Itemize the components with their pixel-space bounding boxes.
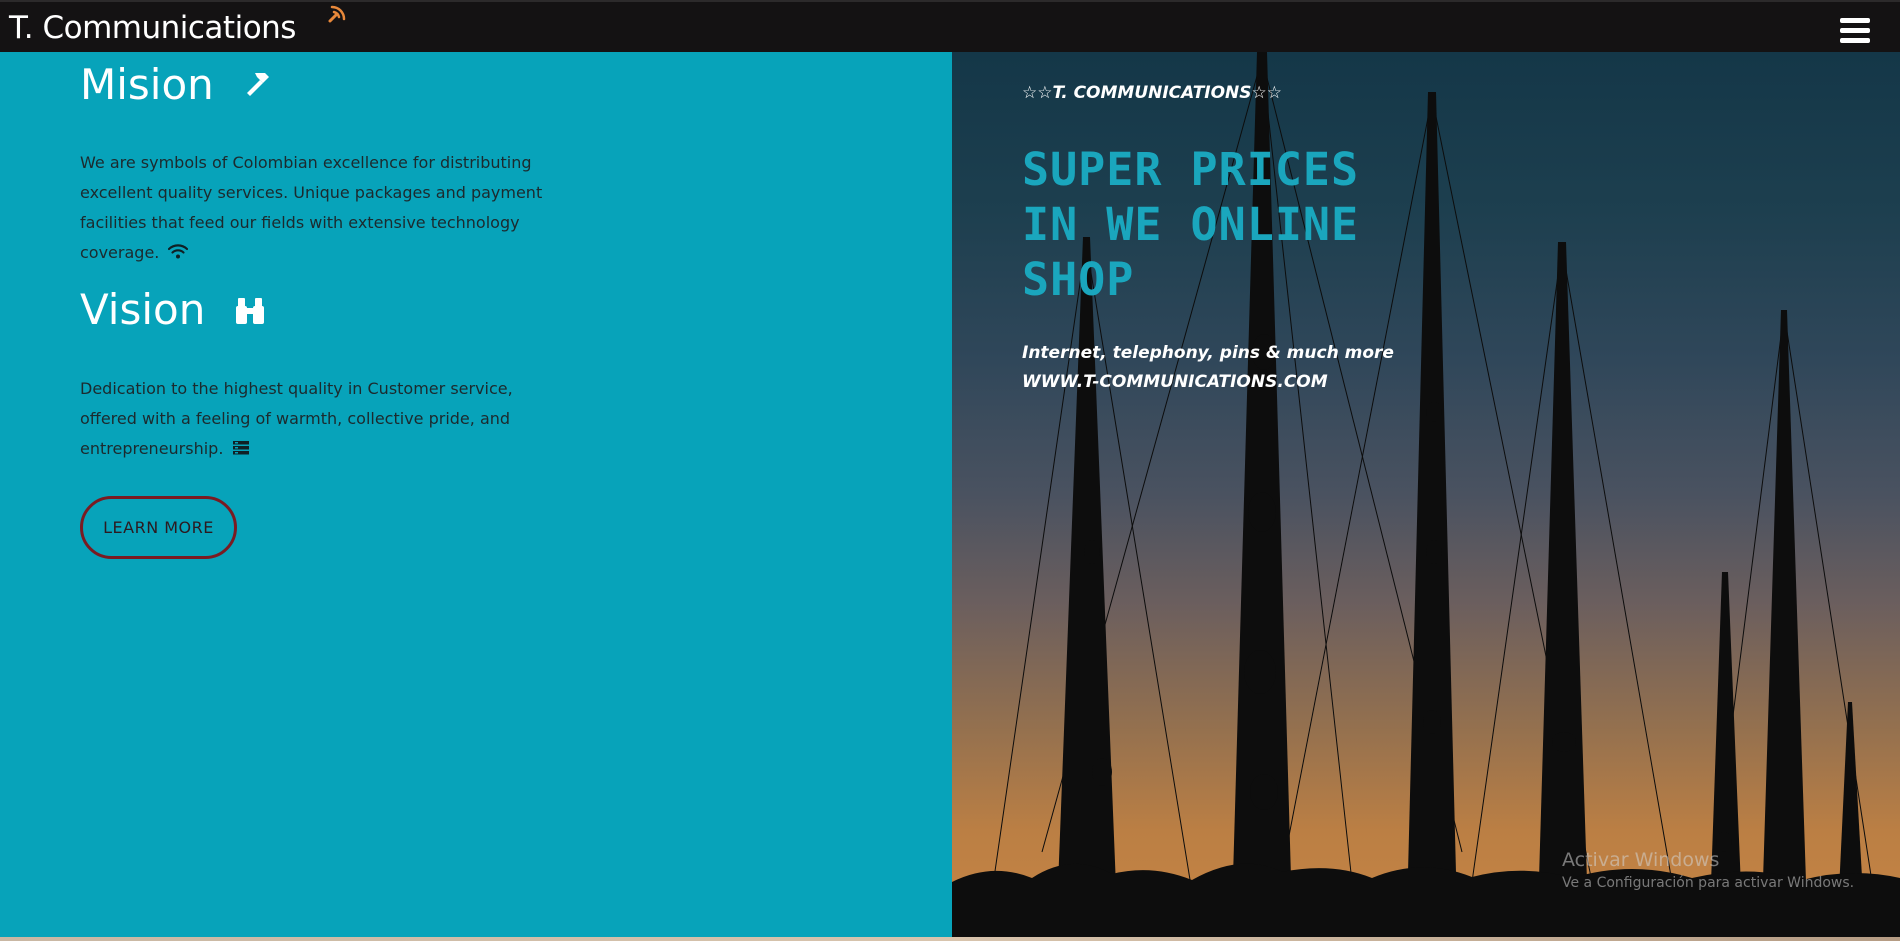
mission-heading: Mision bbox=[80, 60, 277, 111]
vision-text-body: Dedication to the highest quality in Cus… bbox=[80, 379, 513, 458]
satellite-dish-icon bbox=[326, 3, 348, 25]
top-navbar: T. Communications bbox=[0, 0, 1900, 52]
vision-heading: Vision bbox=[80, 285, 267, 336]
vision-title: Vision bbox=[80, 285, 206, 334]
vision-text: Dedication to the highest quality in Cus… bbox=[80, 374, 560, 465]
mission-title: Mision bbox=[80, 60, 214, 109]
windows-activation-subtitle: Ve a Configuración para activar Windows. bbox=[1562, 875, 1855, 891]
brand-logo-text[interactable]: T. Communications bbox=[9, 10, 296, 47]
mission-text-body: We are symbols of Colombian excellence f… bbox=[80, 153, 543, 262]
wifi-icon bbox=[168, 239, 189, 269]
mission-text: We are symbols of Colombian excellence f… bbox=[80, 148, 560, 269]
promo-title: SUPER PRICES IN WE ONLINE SHOP bbox=[1022, 143, 1360, 306]
server-icon bbox=[232, 435, 249, 465]
hammer-icon bbox=[241, 64, 277, 110]
about-panel: Mision We are symbols of Colombian excel… bbox=[0, 52, 952, 937]
promo-banner: ☆☆T. COMMUNICATIONS☆☆ SUPER PRICES IN WE… bbox=[952, 52, 1900, 937]
windows-activation-title: Activar Windows bbox=[1562, 849, 1720, 871]
binoculars-icon bbox=[233, 289, 267, 335]
promo-tagline: ☆☆T. COMMUNICATIONS☆☆ bbox=[1022, 83, 1283, 103]
learn-more-button[interactable]: LEARN MORE bbox=[80, 496, 237, 559]
promo-services-line: Internet, telephony, pins & much more bbox=[1022, 343, 1394, 363]
hamburger-menu-icon[interactable] bbox=[1840, 18, 1870, 44]
bottom-edge bbox=[0, 937, 1900, 941]
promo-website-line: WWW.T-COMMUNICATIONS.COM bbox=[1022, 372, 1328, 392]
